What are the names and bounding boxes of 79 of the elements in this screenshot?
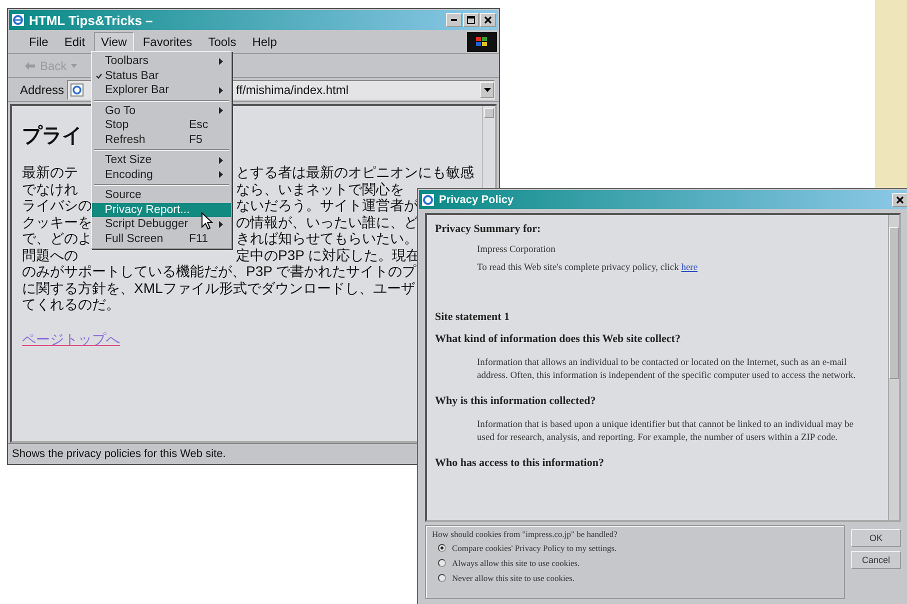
policy-sentence: To read this Web site's complete privacy policy, click here (476, 263, 699, 273)
page-icon (70, 82, 84, 96)
question-heading: Who has access to this information? (435, 457, 605, 469)
menu-option[interactable]: Script Debugger (92, 217, 231, 232)
menu-option[interactable]: Full Screen F11 (92, 232, 231, 246)
dropdown-button[interactable] (480, 82, 494, 98)
radio-option[interactable]: Always allow this site to use cookies. (438, 558, 838, 568)
back-arrow-icon (24, 60, 36, 70)
answer-text: Information that allows an individual to be contacted or located on the Internet, such as an e-mail address. Often, this information is independent of the specific computer used to access the network. (476, 357, 857, 383)
caret-icon (484, 88, 490, 92)
radio-button[interactable] (438, 574, 446, 582)
window-title: HTML Tips&Tricks – (29, 12, 153, 28)
text-line: 問題への (22, 246, 78, 263)
statement-heading: Site statement 1 (435, 311, 511, 323)
maximize-button[interactable] (463, 13, 479, 27)
text-line: に関する方針を、XMLファイル形式でダウンロードし、ユーザ (22, 280, 415, 296)
option-label: Always allow this site to use cookies. (452, 558, 580, 568)
page-icon (421, 192, 435, 206)
menu-option[interactable]: Toolbars (92, 54, 231, 68)
text-line: 最新のテ (22, 164, 78, 180)
radio-option[interactable]: Compare cookies' Privacy Policy to my settings. (438, 543, 838, 553)
text-line: てくれるのだ。 (22, 296, 120, 312)
summary-heading: Privacy Summary for: (435, 223, 542, 235)
submenu-arrow-icon (219, 58, 223, 65)
menu-item[interactable]: Edit (57, 32, 92, 52)
text-line: で、どのよ (22, 230, 92, 246)
menu-option[interactable]: Refresh F5 (92, 132, 231, 147)
dialog-button[interactable]: OK (851, 529, 901, 547)
menu-item[interactable]: View (94, 32, 134, 52)
question-heading: Why is this information collected? (435, 395, 597, 407)
menu-item[interactable]: File (22, 32, 56, 52)
close-icon (895, 194, 905, 204)
checkmark-icon (96, 72, 102, 79)
caret-icon (70, 64, 77, 68)
close-icon (483, 15, 493, 25)
menu-option[interactable]: Privacy Report... (92, 202, 231, 217)
radio-button[interactable] (438, 544, 446, 552)
cookie-question: How should cookies from "impress.co.jp" be handled? (432, 529, 618, 539)
minimize-button[interactable] (446, 13, 462, 27)
policy-link[interactable]: here (681, 263, 698, 273)
page-heading: プライ (22, 124, 82, 149)
menu-option[interactable]: Explorer Bar (92, 83, 231, 98)
radio-button[interactable] (438, 559, 446, 567)
submenu-arrow-icon (219, 220, 223, 228)
option-label: Compare cookies' Privacy Policy to my settings. (452, 543, 617, 553)
page-icon (11, 13, 25, 27)
menu-item[interactable]: Favorites (136, 32, 200, 52)
text-line: とする者は最新のオピニオンにも敏感 (236, 164, 474, 180)
company-name: Impress Corporation (476, 245, 556, 255)
maximize-icon (466, 15, 476, 25)
flag-logo-icon (475, 36, 489, 48)
submenu-arrow-icon (219, 107, 223, 114)
text-line: クッキーを (22, 214, 92, 230)
text-line: のみがサポートしている機能だが、P3P で書かれたサイトのプ (22, 263, 416, 280)
text-line: ライバシの (22, 197, 92, 214)
status-text: Shows the privacy policies for this Web site. (12, 448, 226, 460)
menu-item[interactable]: Help (245, 32, 284, 52)
minimize-icon (451, 19, 457, 21)
text-line: の情報が、いったい誰に、ど (236, 214, 418, 230)
answer-text: Information that is based upon a unique identifier but that cannot be linked to an individual may be used for research, analysis, and reporting. For example, the number of users within a ZIP code. (476, 419, 854, 445)
menu-option[interactable]: Go To (92, 104, 231, 118)
submenu-arrow-icon (219, 86, 223, 94)
text-line: きれば知らせてもらいたい。 (236, 230, 418, 246)
question-heading: What kind of information does this Web site collect? (435, 333, 682, 345)
menu-option[interactable]: Encoding (92, 168, 231, 182)
close-button[interactable] (480, 13, 496, 27)
radio-option[interactable]: Never allow this site to use cookies. (438, 573, 838, 583)
close-button[interactable] (892, 192, 907, 206)
text-line: でなけれ (22, 180, 78, 197)
mouse-pointer-icon (201, 212, 213, 230)
window-title: Privacy Policy (439, 194, 514, 206)
menu-option[interactable]: Text Size (92, 153, 231, 168)
text-line: なら、いまネットで関心を (236, 180, 404, 197)
address-label: Address (20, 82, 64, 96)
menu-option[interactable]: Stop Esc (92, 118, 231, 132)
menu-item[interactable]: Tools (201, 32, 244, 52)
dialog-button[interactable]: Cancel (851, 551, 901, 569)
option-label: Never allow this site to use cookies. (452, 573, 575, 583)
menu-option[interactable]: Source (92, 188, 231, 202)
